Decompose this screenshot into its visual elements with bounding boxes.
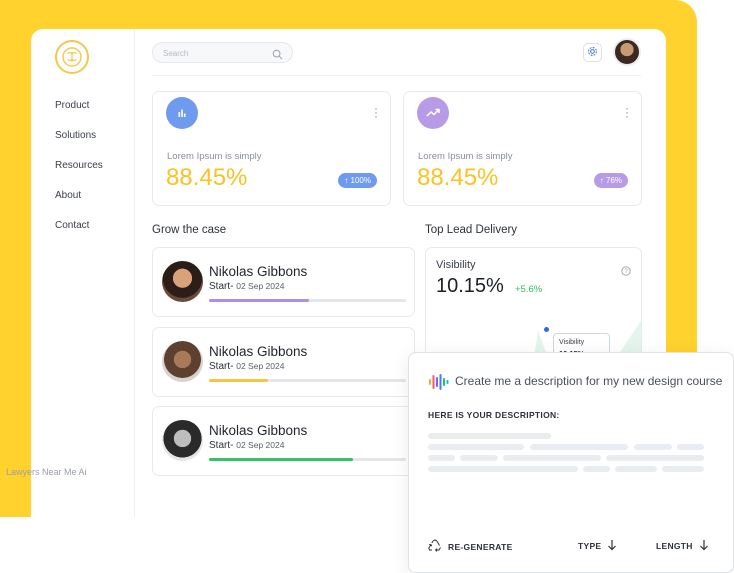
length-label: LENGTH (656, 541, 693, 551)
search-icon[interactable] (272, 47, 283, 65)
avatar[interactable] (613, 38, 641, 66)
arrow-down-icon (699, 539, 709, 553)
skeleton-line (583, 466, 610, 472)
type-button[interactable]: TYPE (578, 539, 617, 553)
skeleton-line (634, 444, 672, 450)
progress-fill (209, 379, 269, 382)
progress-fill (209, 458, 353, 461)
skeleton-line (428, 444, 524, 450)
bar-chart-icon (166, 97, 198, 129)
person-name: Nikolas Gibbons (209, 344, 308, 359)
progress-track (209, 379, 406, 382)
stat-label: Lorem Ipsum is simply (167, 151, 262, 162)
person-start: Start- 02 Sep 2024 (209, 440, 284, 451)
sidebar-item-product[interactable]: Product (55, 100, 103, 130)
skeleton-line (503, 455, 601, 461)
stat-value: 88.45% (417, 164, 499, 191)
skeleton-line (428, 455, 455, 461)
ai-heading: HERE IS YOUR DESCRIPTION: (428, 410, 560, 420)
voice-wave-icon (429, 373, 449, 396)
sidebar: Product Solutions Resources About Contac… (31, 29, 135, 517)
avatar (162, 420, 203, 461)
tooltip-label: Visibility (559, 339, 585, 346)
ai-description-panel: Create me a description for my new desig… (408, 352, 734, 573)
sidebar-item-solutions[interactable]: Solutions (55, 130, 103, 160)
start-date: 02 Sep 2024 (236, 281, 285, 291)
more-icon[interactable]: · · · (625, 102, 629, 122)
person-start: Start- 02 Sep 2024 (209, 281, 284, 292)
brain-icon[interactable] (55, 40, 89, 74)
stat-badge: ↑ 100% (338, 173, 377, 188)
person-card[interactable]: Nikolas Gibbons Start- 02 Sep 2024 (152, 327, 415, 397)
search-input[interactable] (163, 47, 263, 59)
search-box[interactable] (152, 42, 293, 63)
sidebar-item-about[interactable]: About (55, 190, 103, 220)
sidebar-item-resources[interactable]: Resources (55, 160, 103, 190)
sidebar-nav: Product Solutions Resources About Contac… (55, 100, 103, 250)
footer-brand: Lawyers Near Me Ai (6, 467, 87, 477)
recycle-icon (428, 539, 442, 554)
regenerate-label: RE-GENERATE (448, 541, 513, 552)
stat-card: · · · Lorem Ipsum is simply 88.45% ↑ 100% (152, 91, 391, 206)
skeleton-line (428, 466, 578, 472)
start-label: Start- (209, 281, 234, 292)
ai-prompt: Create me a description for my new desig… (455, 374, 723, 388)
person-name: Nikolas Gibbons (209, 264, 308, 279)
lead-section-title: Top Lead Delivery (425, 224, 518, 236)
length-button[interactable]: LENGTH (656, 539, 709, 553)
progress-fill (209, 299, 310, 302)
skeleton-line (606, 455, 704, 461)
screen: Product Solutions Resources About Contac… (0, 0, 734, 573)
avatar (162, 261, 203, 302)
progress-track (209, 458, 406, 461)
start-label: Start- (209, 440, 234, 451)
stat-value: 88.45% (166, 164, 248, 191)
trend-up-icon (417, 97, 449, 129)
stat-label: Lorem Ipsum is simply (418, 151, 513, 162)
arrow-down-icon (607, 539, 617, 553)
regenerate-button[interactable]: RE-GENERATE (428, 539, 513, 554)
person-name: Nikolas Gibbons (209, 423, 308, 438)
start-date: 02 Sep 2024 (236, 440, 285, 450)
sidebar-item-contact[interactable]: Contact (55, 220, 103, 250)
header-divider (152, 75, 641, 76)
start-date: 02 Sep 2024 (236, 361, 285, 371)
settings-button[interactable] (583, 43, 602, 62)
skeleton-line (428, 433, 551, 439)
chart-point[interactable] (543, 326, 550, 333)
skeleton-line (460, 455, 498, 461)
person-card[interactable]: Nikolas Gibbons Start- 02 Sep 2024 (152, 247, 415, 317)
stat-badge: ↑ 76% (593, 173, 628, 188)
more-icon[interactable]: · · · (374, 102, 378, 122)
skeleton-line (530, 444, 628, 450)
skeleton-line (662, 466, 704, 472)
person-card[interactable]: Nikolas Gibbons Start- 02 Sep 2024 (152, 406, 415, 476)
start-label: Start- (209, 361, 234, 372)
progress-track (209, 299, 406, 302)
gear-icon (587, 44, 598, 62)
stat-card: · · · Lorem Ipsum is simply 88.45% ↑ 76% (403, 91, 642, 206)
skeleton-line (677, 444, 704, 450)
grow-section-title: Grow the case (152, 224, 227, 236)
type-label: TYPE (578, 541, 602, 551)
skeleton-line (615, 466, 657, 472)
person-start: Start- 02 Sep 2024 (209, 361, 284, 372)
avatar (162, 341, 203, 382)
